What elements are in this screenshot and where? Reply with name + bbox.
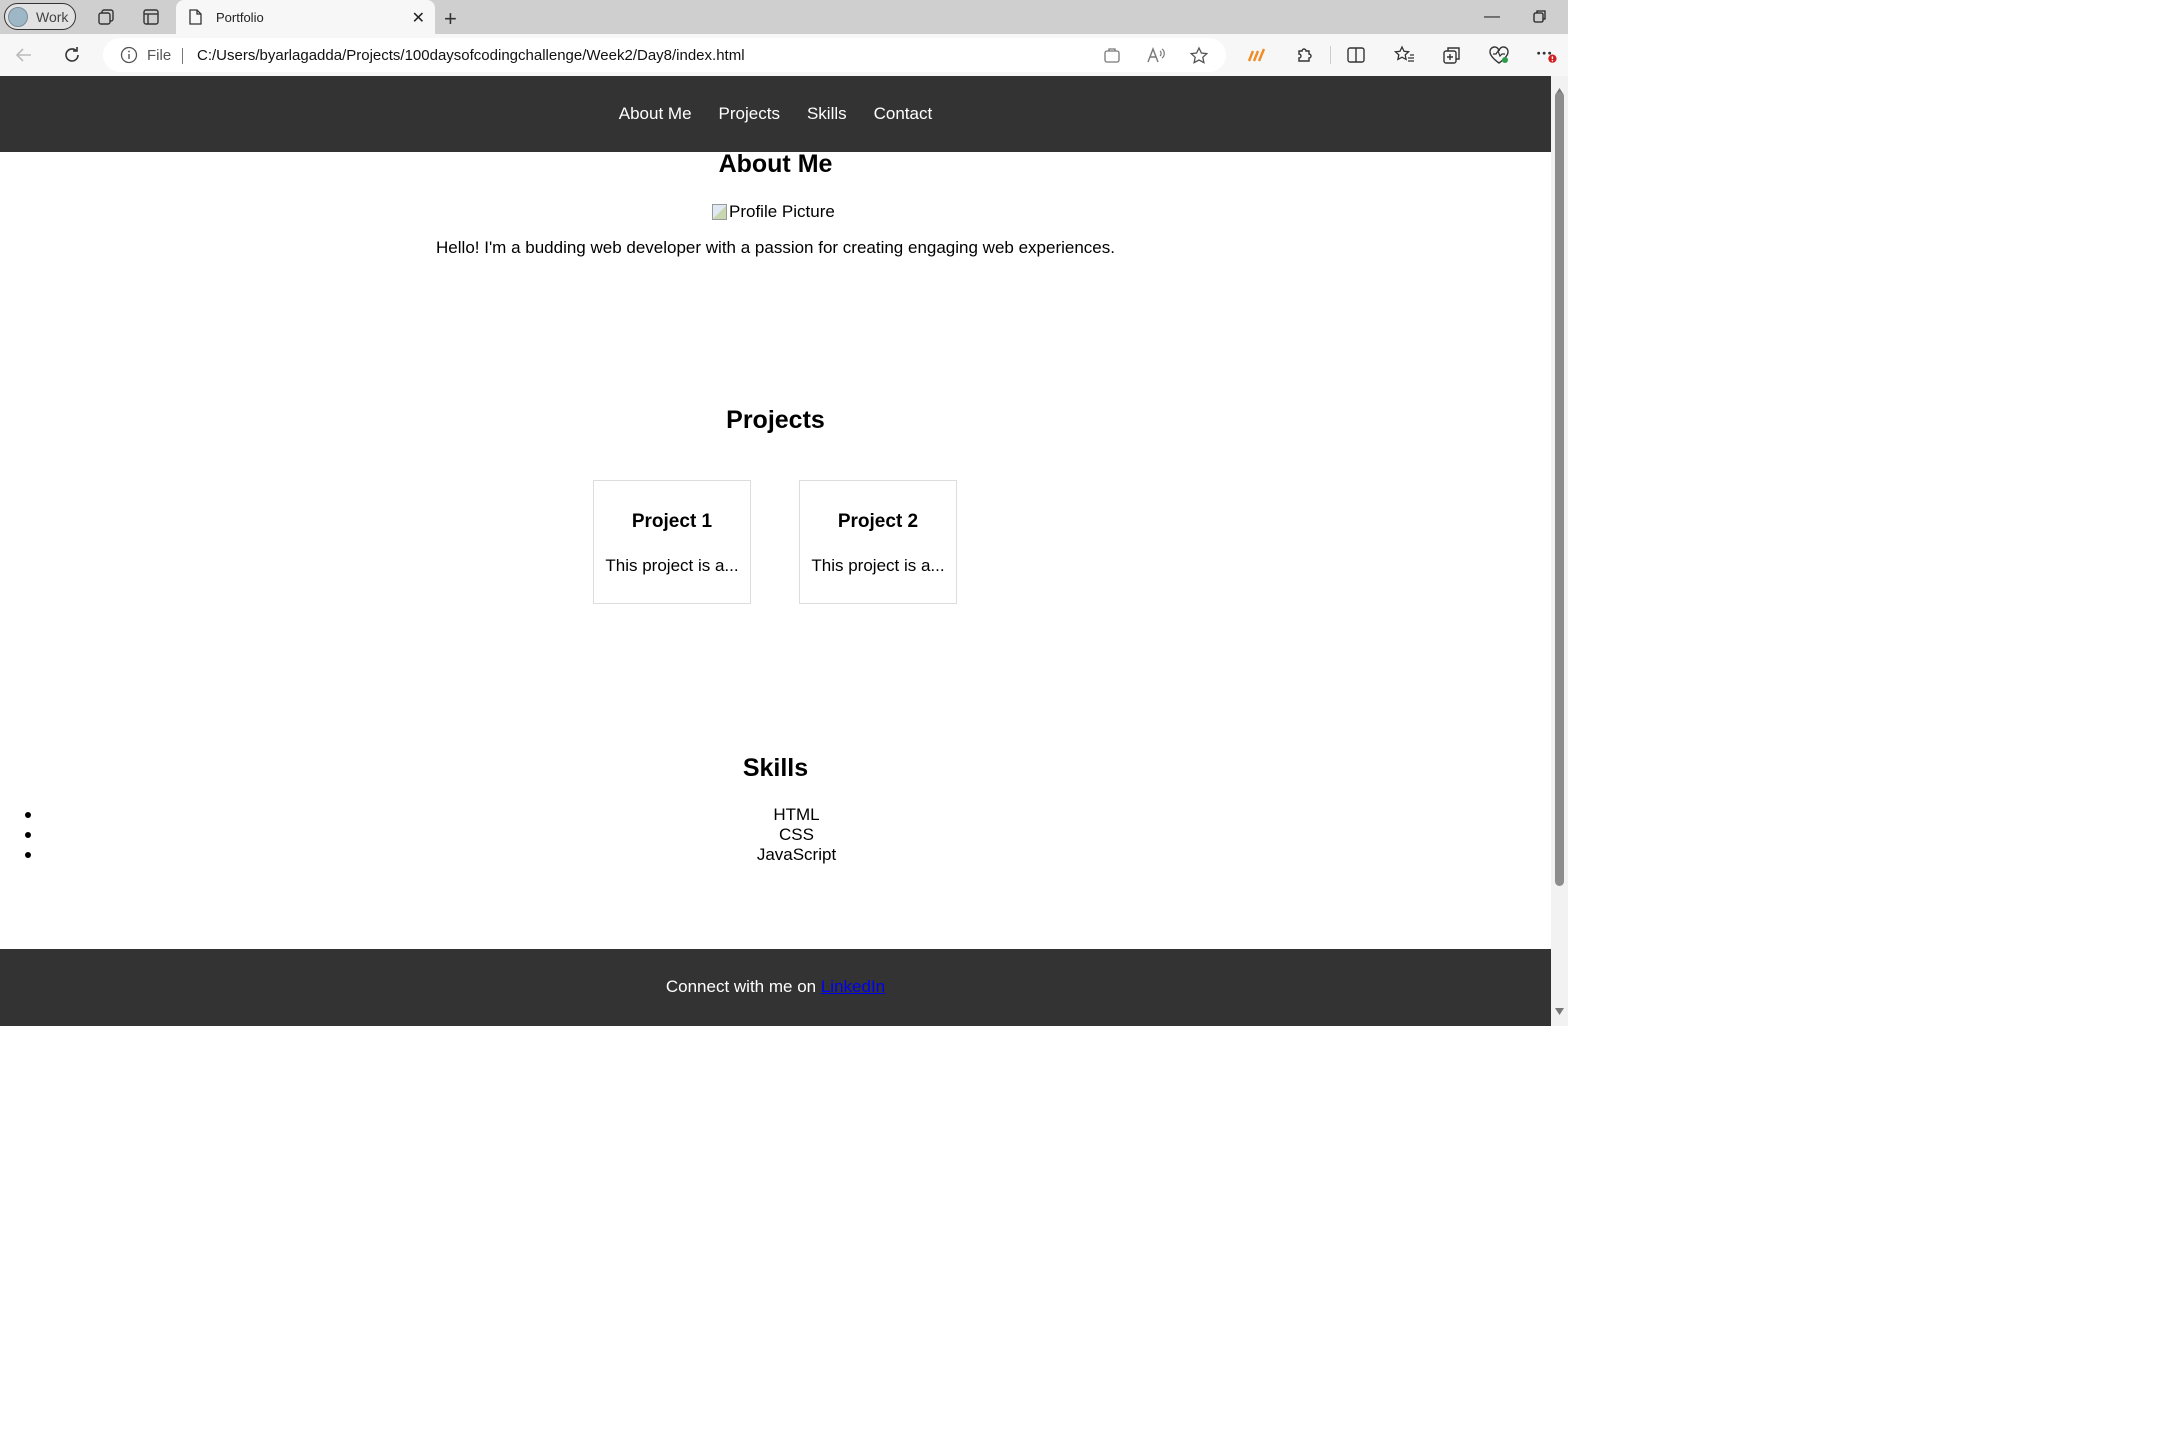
about-text: Hello! I'm a budding web developer with …: [436, 238, 1115, 257]
scrollbar[interactable]: [1551, 76, 1568, 1026]
info-icon[interactable]: [120, 46, 138, 69]
skill-label: JavaScript: [756, 845, 837, 864]
projects-heading: Projects: [726, 406, 825, 434]
site-header: About Me Projects Skills Contact: [0, 76, 1551, 152]
profile-picture: Profile Picture: [712, 202, 835, 222]
skill-item: CSS: [0, 825, 1551, 845]
browser-tab-bar: Work Portfolio ✕ + —: [0, 0, 1568, 34]
project-title: Project 1: [631, 511, 713, 532]
vertical-tabs-icon[interactable]: [141, 7, 161, 27]
nav-link-contact[interactable]: Contact: [874, 104, 933, 124]
page-viewport: About Me Projects Skills Contact About M…: [0, 76, 1551, 1026]
site-footer: Connect with me on LinkedIn: [0, 949, 1551, 1026]
profile-picture-alt-text: Profile Picture: [729, 202, 835, 221]
skill-label: CSS: [779, 825, 814, 844]
extensions-puzzle-icon[interactable]: [1294, 44, 1316, 66]
tab-title: Portfolio: [216, 10, 264, 25]
extension-colored-icon[interactable]: [1246, 44, 1268, 66]
site-nav: About Me Projects Skills Contact: [0, 76, 1551, 152]
page-icon: [188, 9, 202, 30]
address-scheme-label: File: [147, 47, 172, 64]
about-heading: About Me: [718, 150, 833, 178]
skills-heading: Skills: [742, 754, 809, 782]
profile-label: Work: [36, 8, 69, 25]
app-available-icon[interactable]: [1103, 46, 1121, 69]
project-description: This project is a...: [605, 556, 739, 575]
workspaces-icon[interactable]: [96, 7, 116, 27]
project-title: Project 2: [837, 511, 919, 532]
linkedin-link[interactable]: LinkedIn: [821, 977, 885, 996]
minimize-icon[interactable]: —: [1484, 8, 1500, 26]
bullet-icon: [25, 852, 31, 858]
settings-more-icon[interactable]: [1535, 44, 1557, 66]
scroll-down-arrow-icon[interactable]: [1555, 1002, 1564, 1020]
back-arrow-icon[interactable]: [13, 44, 35, 66]
nav-link-about[interactable]: About Me: [619, 104, 692, 124]
bullet-icon: [25, 832, 31, 838]
scrollbar-thumb[interactable]: [1555, 92, 1564, 886]
new-tab-icon[interactable]: +: [444, 6, 457, 32]
skill-label: HTML: [773, 805, 820, 824]
split-screen-icon[interactable]: [1345, 44, 1367, 66]
tab-portfolio[interactable]: Portfolio ✕: [176, 0, 435, 34]
browser-toolbar: File C:/Users/byarlagadda/Projects/100da…: [0, 34, 1568, 76]
footer-text: Connect with me on LinkedIn: [0, 977, 1551, 997]
skill-item: HTML: [0, 805, 1551, 825]
address-bar[interactable]: File C:/Users/byarlagadda/Projects/100da…: [103, 38, 1226, 72]
bullet-icon: [25, 812, 31, 818]
favorite-star-icon[interactable]: [1189, 46, 1209, 71]
collections-icon[interactable]: [1441, 44, 1463, 66]
project-card[interactable]: Project 2 This project is a...: [799, 480, 957, 604]
read-aloud-icon[interactable]: [1146, 46, 1166, 69]
nav-link-projects[interactable]: Projects: [719, 104, 780, 124]
skill-item: JavaScript: [0, 845, 1551, 865]
browser-essentials-icon[interactable]: [1488, 44, 1510, 66]
url-text[interactable]: C:/Users/byarlagadda/Projects/100daysofc…: [197, 47, 745, 64]
profile-avatar: [8, 6, 28, 27]
address-divider: [182, 48, 183, 64]
skills-list: HTML CSS JavaScript: [0, 805, 1551, 865]
footer-label: Connect with me on: [665, 977, 817, 996]
nav-link-skills[interactable]: Skills: [807, 104, 847, 124]
favorites-icon[interactable]: [1393, 44, 1415, 66]
refresh-icon[interactable]: [61, 44, 83, 66]
project-card[interactable]: Project 1 This project is a...: [593, 480, 751, 604]
restore-window-icon[interactable]: [1533, 10, 1546, 28]
broken-image-icon: [712, 204, 727, 220]
close-tab-icon[interactable]: ✕: [412, 8, 425, 28]
toolbar-divider: [1330, 46, 1331, 64]
project-description: This project is a...: [811, 556, 945, 575]
profile-button[interactable]: Work: [4, 3, 76, 30]
